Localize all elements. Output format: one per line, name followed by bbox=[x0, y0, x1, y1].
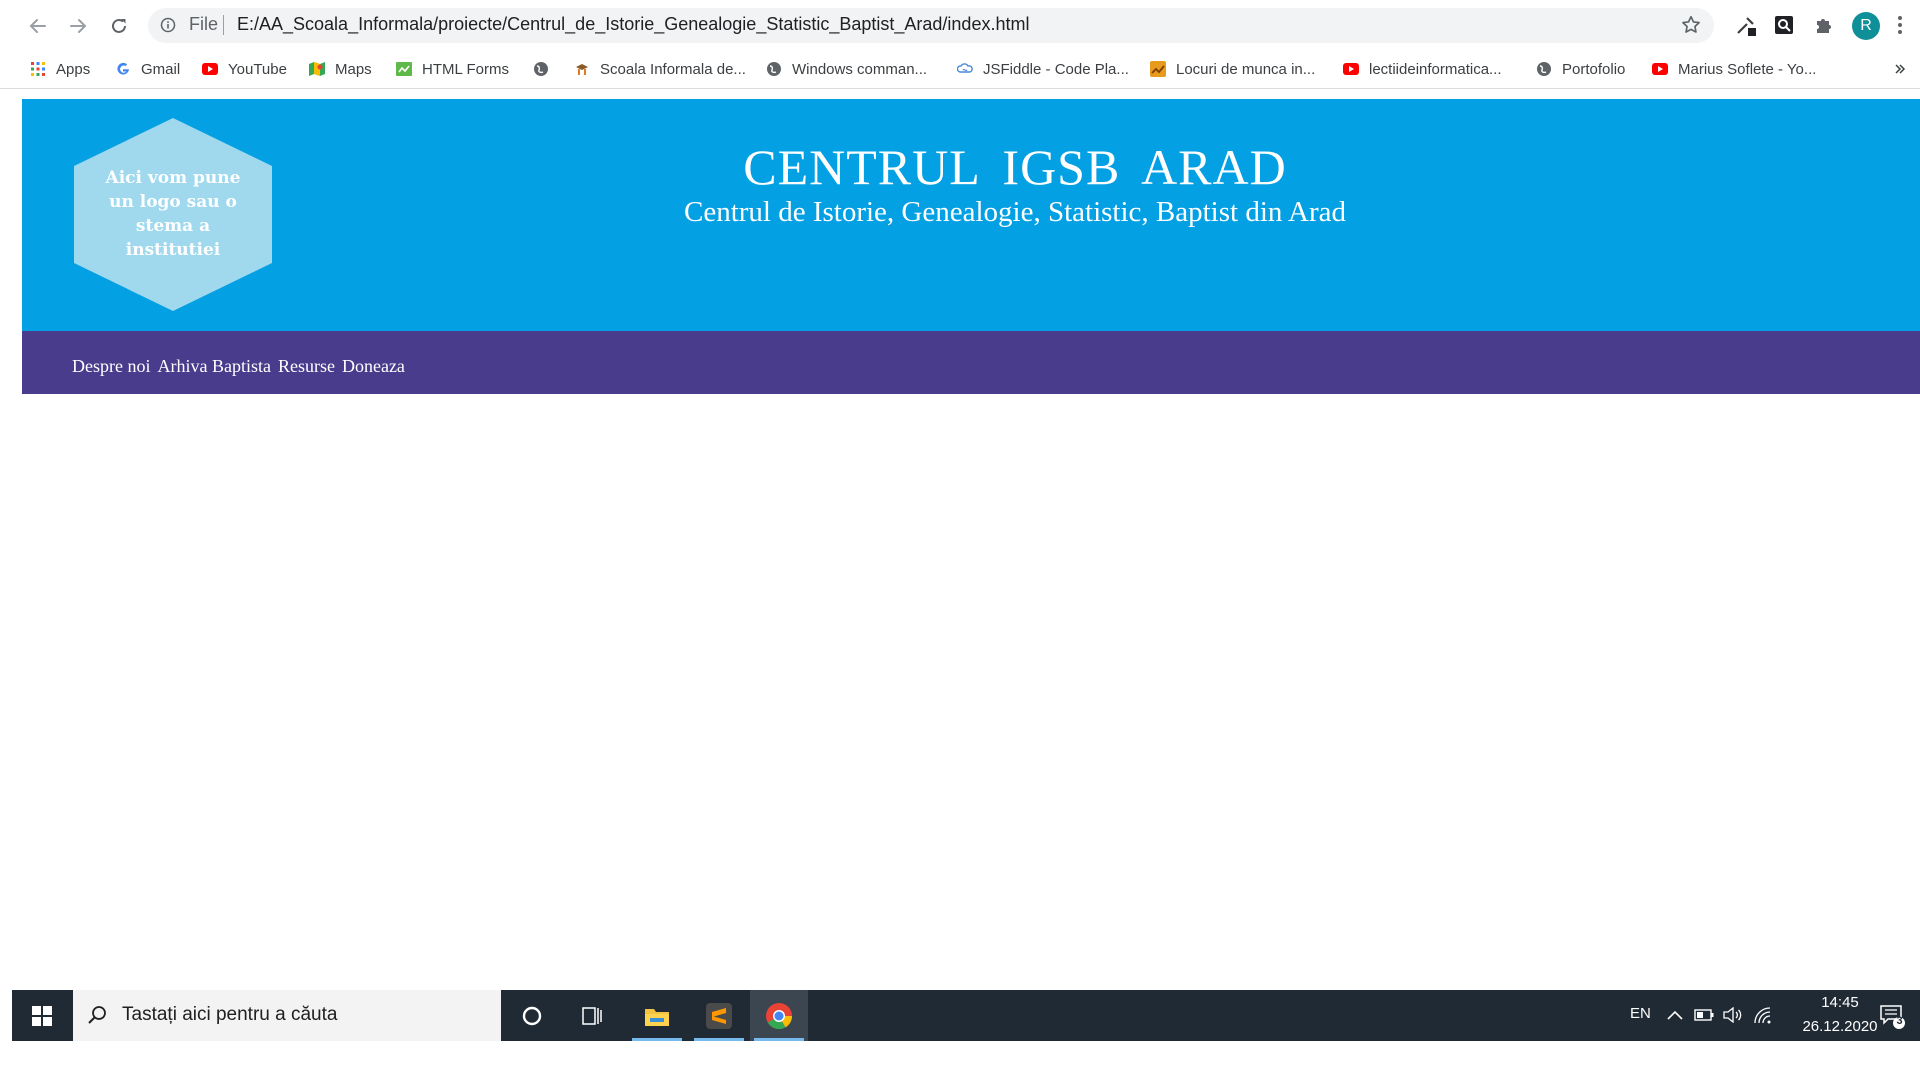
task-view-button[interactable] bbox=[563, 990, 621, 1041]
bookmark-marius-soflete[interactable]: Marius Soflete - Yo... bbox=[1652, 56, 1816, 82]
running-indicator bbox=[694, 1038, 744, 1041]
input-language[interactable]: EN bbox=[1630, 1005, 1651, 1022]
globe-icon bbox=[1537, 62, 1551, 76]
bookmark-scoala-informala[interactable]: Scoala Informala de... bbox=[574, 56, 746, 82]
bookmark-label: Portofolio bbox=[1562, 60, 1626, 78]
search-icon bbox=[88, 1006, 106, 1024]
reload-icon bbox=[112, 18, 126, 33]
youtube-icon bbox=[1652, 63, 1668, 75]
bookmark-label: Locuri de munca in... bbox=[1176, 60, 1316, 78]
taskbar-chrome[interactable] bbox=[750, 990, 808, 1041]
apps-grid-icon bbox=[31, 62, 45, 76]
bookmark-jsfiddle[interactable]: JSFiddle - Code Pla... bbox=[957, 56, 1129, 82]
battery-status[interactable] bbox=[1693, 1003, 1715, 1027]
nav-link-doneaza[interactable]: Doneaza bbox=[342, 356, 405, 377]
puzzle-piece-icon bbox=[1817, 19, 1831, 33]
bookmark-label: Scoala Informala de... bbox=[600, 60, 746, 78]
chrome-icon bbox=[766, 1002, 793, 1029]
nav-menu: Despre noi Arhiva Baptista Resurse Donea… bbox=[72, 356, 405, 377]
forward-button[interactable] bbox=[62, 10, 94, 42]
clock-time[interactable]: 14:45 bbox=[1805, 994, 1875, 1011]
bookmark-star-icon[interactable] bbox=[1680, 14, 1702, 36]
bookmark-html-forms[interactable]: HTML Forms bbox=[396, 56, 509, 82]
extension-eyedropper-button[interactable] bbox=[1733, 12, 1759, 38]
site-title: CENTRUL IGSB ARAD bbox=[743, 139, 1287, 195]
bookmark-label: HTML Forms bbox=[422, 60, 509, 78]
cortana-button[interactable] bbox=[503, 990, 561, 1041]
action-center-button[interactable]: 3 bbox=[1878, 1002, 1906, 1030]
google-icon bbox=[117, 62, 129, 75]
bookmark-label: Apps bbox=[56, 60, 91, 78]
bookmark-maps[interactable]: Maps bbox=[309, 56, 372, 82]
bookmark-label: Marius Soflete - Yo... bbox=[1678, 60, 1817, 78]
extensions-button[interactable] bbox=[1811, 12, 1837, 38]
bookmark-windows-commands[interactable]: Windows comman... bbox=[766, 56, 927, 82]
notification-count: 3 bbox=[1896, 1015, 1903, 1027]
bookmark-label: Windows comman... bbox=[792, 60, 928, 78]
scoala-informala-icon bbox=[576, 64, 588, 75]
bookmark-lectiideinformatica[interactable]: lectiideinformatica... bbox=[1343, 56, 1502, 82]
reload-button[interactable] bbox=[103, 10, 135, 42]
eyedropper-icon bbox=[1737, 17, 1756, 36]
extension-zoom-button[interactable] bbox=[1771, 12, 1797, 38]
forward-arrow-icon bbox=[70, 19, 87, 33]
taskbar-search-placeholder: Tastați aici pentru a căuta bbox=[122, 1004, 338, 1025]
wifi-icon bbox=[1754, 1007, 1771, 1024]
battery-icon bbox=[1694, 1009, 1714, 1021]
site-subtitle: Centrul de Istorie, Genealogie, Statisti… bbox=[683, 196, 1347, 228]
running-indicator bbox=[632, 1038, 682, 1041]
chevron-double-right-icon bbox=[1895, 64, 1906, 74]
sublime-text-icon bbox=[706, 1002, 732, 1029]
omnibox-divider bbox=[223, 15, 224, 35]
cortana-circle-icon bbox=[522, 1006, 542, 1025]
bookmark-label: JSFiddle - Code Pla... bbox=[983, 60, 1129, 78]
start-button[interactable] bbox=[12, 990, 72, 1041]
bookmark-portofolio[interactable]: Portofolio bbox=[1536, 56, 1625, 82]
bookmark-apps[interactable]: Apps bbox=[30, 56, 90, 82]
chevron-up-icon bbox=[1667, 1010, 1683, 1020]
back-arrow-icon bbox=[29, 19, 46, 33]
bookmark-label: Gmail bbox=[141, 60, 181, 78]
info-icon[interactable] bbox=[160, 17, 176, 33]
globe-icon bbox=[767, 62, 781, 76]
bookmarks-overflow-button[interactable] bbox=[1894, 56, 1906, 82]
chart-icon bbox=[1150, 61, 1166, 77]
bookmark-label: lectiideinformatica... bbox=[1369, 60, 1502, 78]
logo-placeholder-text: Aici vom pune un logo sau o stema a inst… bbox=[105, 168, 241, 260]
url-text[interactable]: E:/AA_Scoala_Informala/proiecte/Centrul_… bbox=[237, 14, 1029, 35]
jsfiddle-icon bbox=[957, 63, 973, 73]
network-status[interactable] bbox=[1752, 1003, 1774, 1027]
nav-link-resurse[interactable]: Resurse bbox=[278, 356, 335, 377]
more-vert-icon[interactable] bbox=[1895, 12, 1905, 38]
task-view-icon bbox=[582, 1006, 602, 1025]
file-explorer-icon bbox=[645, 1008, 669, 1026]
show-hidden-icons-button[interactable] bbox=[1664, 1003, 1686, 1027]
bookmark-youtube[interactable]: YouTube bbox=[202, 56, 287, 82]
youtube-icon bbox=[202, 63, 218, 75]
youtube-icon bbox=[1343, 63, 1359, 75]
running-indicator bbox=[754, 1038, 804, 1041]
profile-avatar[interactable]: R bbox=[1852, 12, 1880, 40]
html-forms-icon bbox=[396, 62, 412, 76]
bookmark-label: Maps bbox=[335, 60, 372, 78]
taskbar-file-explorer[interactable] bbox=[628, 990, 686, 1041]
speaker-icon bbox=[1723, 1007, 1742, 1023]
volume-control[interactable] bbox=[1722, 1003, 1744, 1027]
maps-icon bbox=[309, 62, 325, 76]
nav-link-despre-noi[interactable]: Despre noi bbox=[72, 356, 150, 377]
zoom-search-icon bbox=[1775, 16, 1793, 34]
globe-icon bbox=[534, 62, 548, 76]
back-button[interactable] bbox=[22, 10, 54, 42]
bookmark-locuri-de-munca[interactable]: Locuri de munca in... bbox=[1150, 56, 1315, 82]
taskbar-sublime-text[interactable] bbox=[690, 990, 748, 1041]
bookmark-label: YouTube bbox=[228, 60, 287, 78]
scheme-label: File bbox=[189, 14, 219, 34]
bookmark-gmail[interactable]: Gmail bbox=[115, 56, 180, 82]
windows-logo-icon bbox=[32, 1005, 52, 1026]
bookmark-globe[interactable] bbox=[533, 56, 559, 82]
nav-link-arhiva-baptista[interactable]: Arhiva Baptista bbox=[157, 356, 270, 377]
